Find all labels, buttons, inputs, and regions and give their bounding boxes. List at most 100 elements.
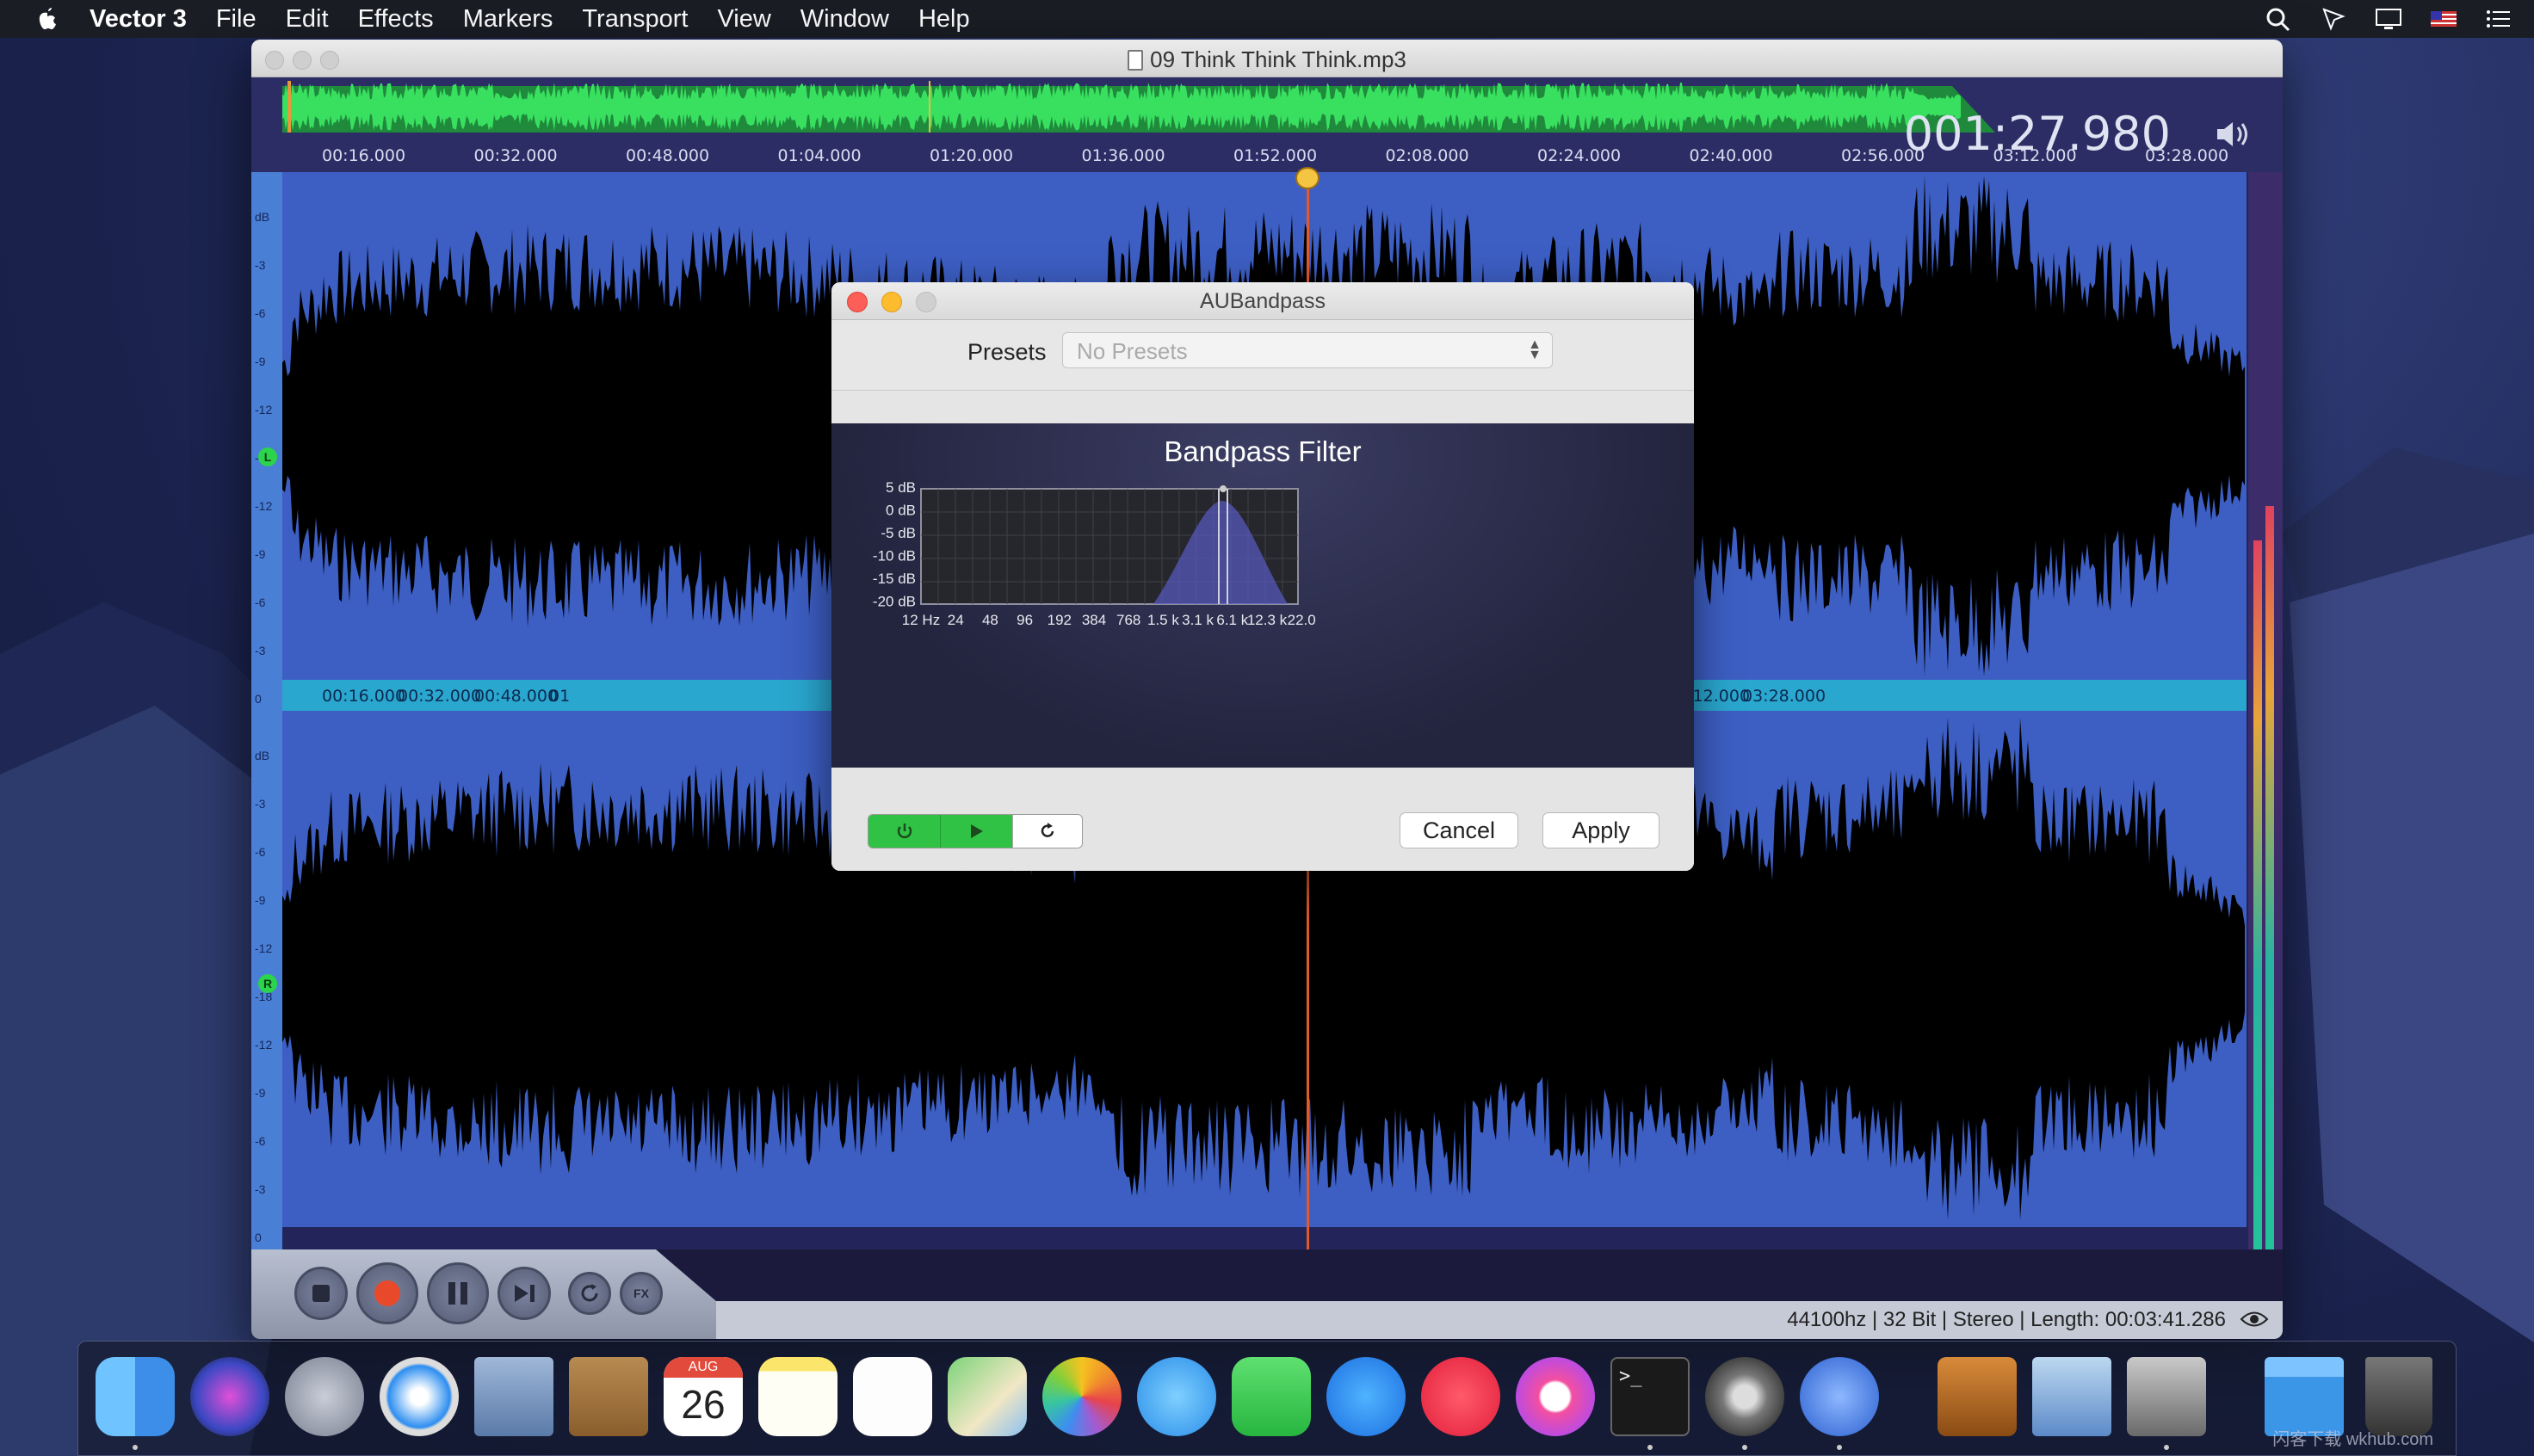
time-tick: 00:16.000 — [322, 146, 406, 165]
dialog-minimize-button[interactable] — [881, 292, 902, 312]
dock: AUG 26 >_ 闪客下载 wkhub.com — [77, 1341, 2457, 1456]
dialog-zoom-button[interactable] — [916, 292, 936, 312]
menu-help[interactable]: Help — [918, 5, 970, 34]
time-tick: 02:56.000 — [1841, 146, 1925, 165]
system-preferences-icon[interactable] — [1705, 1357, 1784, 1436]
dialog-title: AUBandpass — [831, 282, 1694, 320]
channel-badge[interactable]: L — [258, 447, 277, 466]
meter-left — [2253, 540, 2262, 1263]
siri-icon[interactable] — [190, 1357, 269, 1436]
launchpad-icon[interactable] — [285, 1357, 364, 1436]
terminal-icon[interactable]: >_ — [1610, 1357, 1690, 1436]
menu-transport[interactable]: Transport — [582, 5, 688, 34]
menu-markers[interactable]: Markers — [463, 5, 553, 34]
time-tick: 01:20.000 — [930, 146, 1014, 165]
preview-play-button[interactable] — [940, 815, 1012, 848]
overview-strip[interactable]: 001:27.980 00:16.000 00:32.000 00:48.000 01… — [251, 77, 2283, 172]
presets-popup[interactable]: No Presets ▲ ▼ — [1062, 332, 1553, 368]
menu-file[interactable]: File — [216, 5, 256, 34]
aubandpass-dialog: AUBandpass Presets No Presets ▲ ▼ Bandpass… — [831, 282, 1694, 871]
vector-app-icon[interactable] — [1800, 1357, 1879, 1436]
loop-button[interactable] — [568, 1272, 611, 1315]
photos-icon[interactable] — [1042, 1357, 1122, 1436]
filter-graph-panel: Bandpass Filter 5 dB 0 dB -5 dB -10 dB -15 d… — [831, 423, 1694, 768]
reset-icon — [1041, 823, 1054, 837]
safari-icon[interactable] — [380, 1357, 459, 1436]
menu-edit[interactable]: Edit — [286, 5, 329, 34]
x-axis-label: 48 — [982, 612, 998, 628]
calendar-icon[interactable]: AUG 26 — [664, 1357, 743, 1436]
document-icon — [1128, 50, 1144, 71]
reminders-icon[interactable] — [853, 1357, 932, 1436]
playhead-handle[interactable] — [1295, 167, 1320, 189]
cursor-icon[interactable] — [2319, 6, 2348, 32]
x-axis-label: 6.1 k — [1216, 612, 1248, 628]
title-bar: 09 Think Think Think.mp3 — [251, 40, 2283, 77]
finder-icon[interactable] — [96, 1357, 175, 1436]
status-bar: 44100hz | 32 Bit | Stereo | Length: 00:0… — [716, 1301, 2283, 1339]
reset-button[interactable] — [1011, 815, 1082, 848]
running-indicator — [133, 1445, 138, 1450]
messages-icon[interactable] — [1137, 1357, 1216, 1436]
menu-effects[interactable]: Effects — [358, 5, 434, 34]
watermark: 闪客下载 wkhub.com — [2272, 1430, 2433, 1449]
running-indicator — [1837, 1445, 1842, 1450]
db-label: -6 — [255, 1134, 266, 1148]
facetime-icon[interactable] — [1232, 1357, 1311, 1436]
stop-button[interactable] — [294, 1267, 348, 1320]
itunes-icon[interactable] — [1516, 1357, 1595, 1436]
channel-badge[interactable]: R — [258, 974, 277, 993]
y-axis-label: -5 dB — [881, 525, 916, 541]
db-label: -9 — [255, 1086, 266, 1100]
notes-icon[interactable] — [758, 1357, 837, 1436]
db-label: -12 — [255, 499, 273, 513]
pause-button[interactable] — [427, 1262, 489, 1324]
power-button[interactable] — [868, 815, 941, 848]
apple-icon[interactable] — [34, 4, 60, 34]
calendar-day: 26 — [681, 1382, 726, 1427]
contacts-icon[interactable] — [569, 1357, 648, 1436]
running-indicator — [1647, 1445, 1653, 1450]
search-icon[interactable] — [2264, 6, 2293, 32]
preview-icon[interactable] — [2032, 1357, 2111, 1436]
x-axis-label: 192 — [1048, 612, 1072, 628]
transport-controls: FX — [251, 1249, 716, 1339]
time-tick: 02:24.000 — [1537, 146, 1622, 165]
overview-waveform[interactable] — [282, 81, 2004, 133]
x-axis-label: 12 Hz — [902, 612, 940, 628]
notification-center-icon[interactable] — [2484, 6, 2513, 32]
freq-handle[interactable] — [1220, 485, 1227, 492]
us-flag-icon[interactable] — [2429, 6, 2458, 32]
maps-icon[interactable] — [948, 1357, 1027, 1436]
y-axis-label: -10 dB — [873, 548, 916, 565]
fx-button[interactable]: FX — [620, 1272, 663, 1315]
y-axis-label: -20 dB — [873, 594, 916, 610]
running-indicator — [2164, 1445, 2169, 1450]
app-store-icon[interactable] — [1326, 1357, 1406, 1436]
archive-utility-icon[interactable] — [1938, 1357, 2017, 1436]
x-axis-label: 12.3 k — [1247, 612, 1288, 628]
news-icon[interactable] — [1421, 1357, 1500, 1436]
audio-tape-icon[interactable] — [2127, 1357, 2206, 1436]
level-meter — [2248, 172, 2283, 1263]
app-menu[interactable]: Vector 3 — [90, 5, 187, 34]
cancel-button[interactable]: Cancel — [1400, 812, 1518, 848]
time-tick: 00:48.000 — [474, 687, 559, 706]
x-axis-label: 768 — [1116, 612, 1140, 628]
db-label: -3 — [255, 797, 266, 811]
dialog-close-button[interactable] — [847, 292, 868, 312]
display-icon[interactable] — [2374, 6, 2403, 32]
time-tick: 03:28.000 — [1742, 687, 1826, 706]
mail-icon[interactable] — [474, 1357, 553, 1436]
skip-forward-button[interactable] — [498, 1267, 551, 1320]
menu-window[interactable]: Window — [800, 5, 889, 34]
frequency-response-graph[interactable]: 5 dB 0 dB -5 dB -10 dB -15 dB -20 dB 12 Hz 24 48… — [831, 423, 1694, 768]
skip-forward-icon — [515, 1285, 535, 1302]
play-icon — [971, 824, 984, 838]
apply-button[interactable]: Apply — [1542, 812, 1659, 848]
eye-icon[interactable] — [2240, 1310, 2269, 1329]
volume-icon[interactable] — [2214, 119, 2252, 150]
record-button[interactable] — [356, 1262, 418, 1324]
x-axis-label: 384 — [1082, 612, 1106, 628]
menu-view[interactable]: View — [717, 5, 770, 34]
